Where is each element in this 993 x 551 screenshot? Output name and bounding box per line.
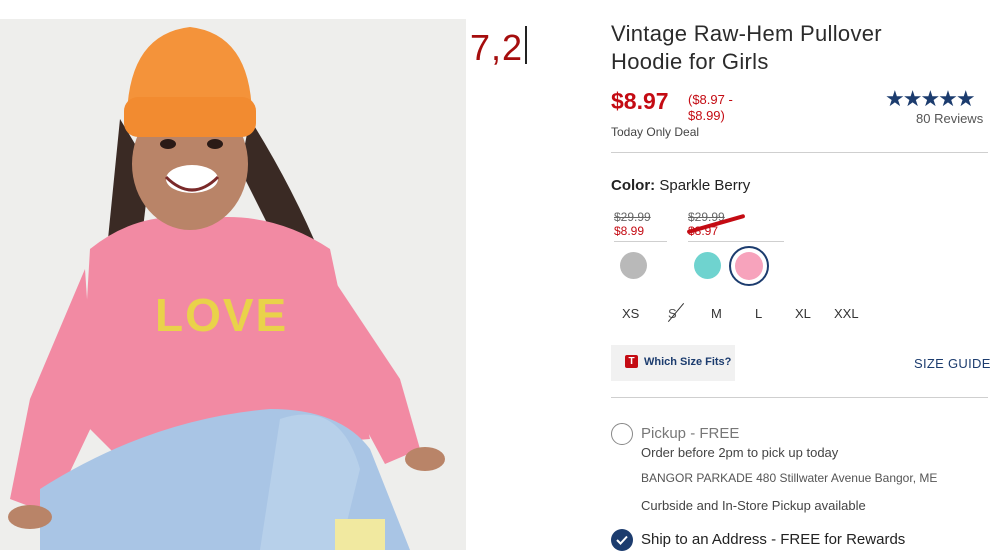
group-divider xyxy=(614,241,667,242)
color-swatch-grey[interactable] xyxy=(620,252,647,279)
stars-icon: ★★★★★ xyxy=(885,86,976,111)
color-value: Sparkle Berry xyxy=(659,177,751,194)
check-icon xyxy=(616,535,628,545)
which-size-fits-label: Which Size Fits? xyxy=(644,356,732,368)
pickup-subtitle: Order before 2pm to pick up today xyxy=(641,445,839,460)
pickup-title: Pickup - FREE xyxy=(641,425,740,442)
reviews-link[interactable]: 80 Reviews xyxy=(916,111,983,126)
ship-option-label: Ship to an Address - FREE for Rewards xyxy=(641,531,906,548)
product-title: Vintage Raw-Hem Pullover Hoodie for Girl… xyxy=(611,21,882,74)
star-rating[interactable]: ★★★★★ xyxy=(885,86,976,112)
price-group-1: $29.99 $8.99 xyxy=(614,210,667,242)
size-help-badge-icon: T xyxy=(625,355,638,368)
price-range-low: ($8.97 - xyxy=(688,92,733,107)
svg-text:LOVE: LOVE xyxy=(155,289,288,341)
ship-radio-checked[interactable] xyxy=(611,529,633,551)
store-address[interactable]: BANGOR PARKADE 480 Stillwater Avenue Ban… xyxy=(641,471,937,485)
pickup-radio[interactable] xyxy=(611,423,633,445)
color-label-title: Color: xyxy=(611,177,656,194)
deal-label: Today Only Deal xyxy=(611,125,700,139)
price-range-high: $8.99) xyxy=(688,108,725,123)
price-range: ($8.97 - $8.99) xyxy=(688,92,768,124)
text-cursor xyxy=(525,26,528,64)
product-image[interactable]: LOVE xyxy=(0,19,466,550)
original-price: $29.99 xyxy=(614,210,651,224)
group-price: $8.99 xyxy=(614,224,645,238)
curbside-note: Curbside and In-Store Pickup available xyxy=(641,498,866,513)
size-xs[interactable]: XS xyxy=(622,306,639,321)
group-divider xyxy=(688,241,784,242)
sale-price: $8.97 xyxy=(611,88,669,114)
color-swatch-aqua[interactable] xyxy=(694,252,721,279)
divider xyxy=(611,152,988,153)
annotation-text: 7,2 xyxy=(470,26,528,69)
color-label: Color: Sparkle Berry xyxy=(611,177,750,194)
size-m[interactable]: M xyxy=(711,306,722,321)
size-guide-link[interactable]: SIZE GUIDE xyxy=(914,356,991,371)
size-xxl[interactable]: XXL xyxy=(834,306,859,321)
product-photo-illustration: LOVE xyxy=(0,19,466,550)
which-size-fits-button[interactable]: T Which Size Fits? xyxy=(611,345,735,381)
size-xl[interactable]: XL xyxy=(795,306,811,321)
size-l[interactable]: L xyxy=(755,306,762,321)
divider xyxy=(611,397,988,398)
color-swatch-pink xyxy=(735,252,763,280)
color-swatch-pink-selected[interactable] xyxy=(729,246,769,286)
